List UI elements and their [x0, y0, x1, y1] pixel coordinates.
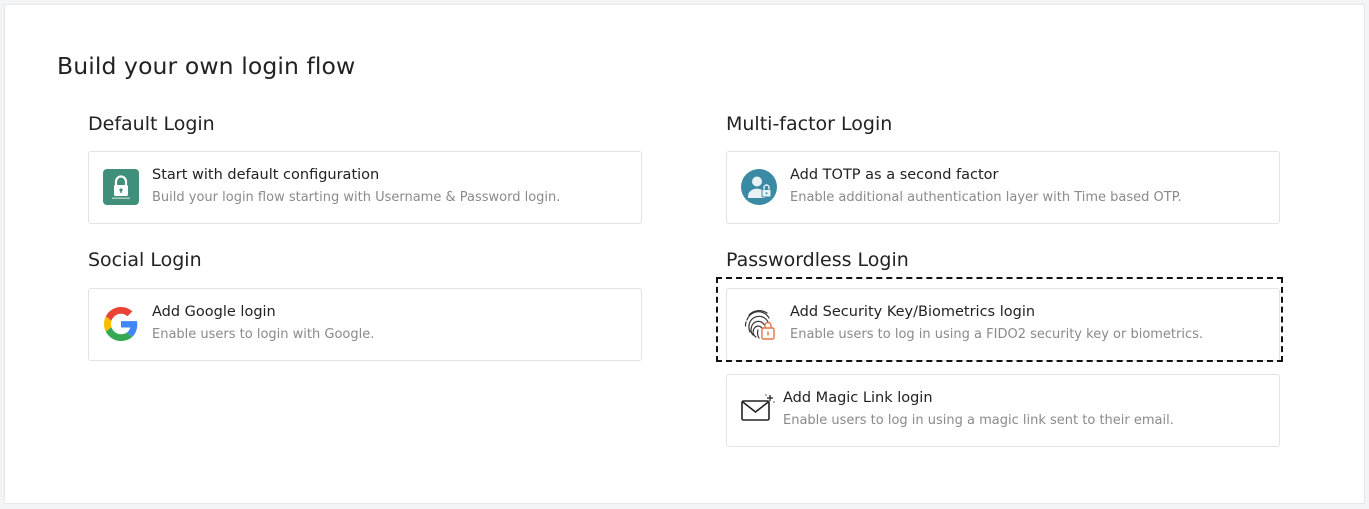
card-title: Add Magic Link login — [783, 390, 933, 406]
envelope-icon — [739, 392, 775, 428]
card-description: Build your login flow starting with User… — [152, 190, 561, 205]
card-title: Start with default configuration — [152, 167, 380, 183]
card-title: Add Security Key/Biometrics login — [790, 304, 1036, 320]
section-title-multi-factor-login: Multi-factor Login — [726, 113, 893, 135]
totp-card[interactable]: Add TOTP as a second factor Enable addit… — [726, 151, 1280, 224]
google-login-card[interactable]: Add Google login Enable users to login w… — [88, 288, 642, 361]
page-title: Build your own login flow — [57, 52, 356, 80]
card-description: Enable additional authentication layer w… — [790, 190, 1182, 205]
card-description: Enable users to login with Google. — [152, 327, 375, 342]
magic-link-card[interactable]: Add Magic Link login Enable users to log… — [726, 374, 1280, 447]
google-icon — [103, 306, 139, 342]
card-description: Enable users to log in using a magic lin… — [783, 413, 1174, 428]
section-title-social-login: Social Login — [88, 249, 202, 271]
section-title-default-login: Default Login — [88, 113, 215, 135]
card-title: Add TOTP as a second factor — [790, 167, 999, 183]
default-configuration-card[interactable]: Start with default configuration Build y… — [88, 151, 642, 224]
fingerprint-icon — [741, 306, 777, 342]
security-key-biometrics-card[interactable]: Add Security Key/Biometrics login Enable… — [726, 288, 1280, 361]
lock-icon — [103, 169, 139, 205]
user-lock-icon — [741, 169, 777, 205]
section-title-passwordless-login: Passwordless Login — [726, 249, 909, 271]
card-title: Add Google login — [152, 304, 276, 320]
card-description: Enable users to log in using a FIDO2 sec… — [790, 327, 1204, 342]
